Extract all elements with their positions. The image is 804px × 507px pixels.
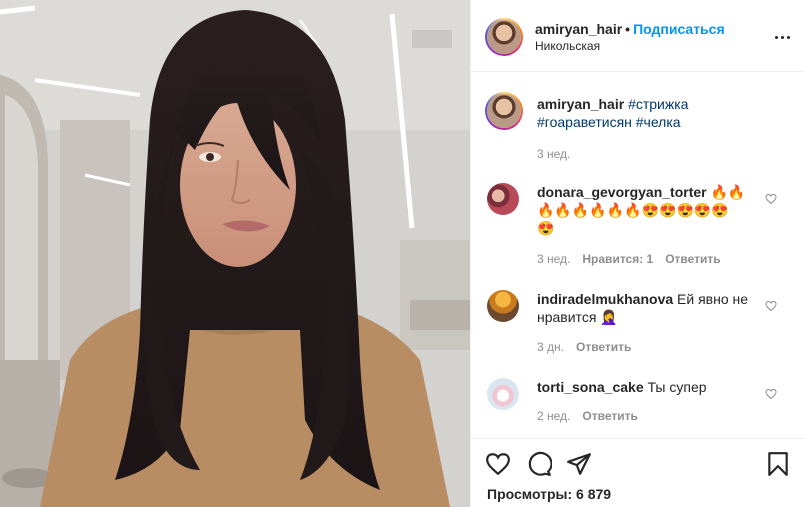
reply-button[interactable]: Ответить — [582, 409, 637, 423]
comment-body: 🔥🔥 — [710, 184, 746, 200]
caption-timestamp[interactable]: 3 нед. — [537, 147, 570, 161]
comment-body-2: 🔥🔥🔥🔥🔥🔥😍😍😍😍😍 — [537, 202, 729, 218]
comment-text: donara_gevorgyan_torter 🔥🔥 🔥🔥🔥🔥🔥🔥😍😍😍😍😍 😍 — [537, 183, 759, 237]
comment-text: torti_sona_cake Ты супер — [537, 378, 759, 396]
more-options-icon[interactable] — [773, 29, 793, 45]
comment-text: indiradelmukhanova Ей явно не нравится 🤦… — [537, 290, 759, 326]
caption-tag[interactable]: #стрижка — [628, 96, 688, 112]
post-video[interactable] — [0, 0, 470, 507]
location-link[interactable]: Никольская — [535, 39, 600, 53]
post-side-panel: amiryan_hair • Подписаться Никольская amir… — [470, 0, 804, 507]
comment-meta: 3 нед. Нравится: 1 Ответить — [537, 252, 733, 266]
author-avatar[interactable] — [485, 18, 523, 56]
author-username[interactable]: amiryan_hair — [535, 21, 622, 37]
header-name-row: amiryan_hair • Подписаться — [535, 21, 725, 37]
caption-time: 3 нед. — [537, 147, 582, 161]
comment-time[interactable]: 3 нед. — [537, 252, 570, 266]
comment-icon[interactable] — [526, 451, 552, 477]
comment-like-heart-icon[interactable] — [765, 388, 777, 400]
comment-avatar[interactable] — [487, 290, 519, 322]
post-actions: Просмотры: 6 879 — [471, 438, 804, 507]
comment-body: Ты супер — [647, 379, 707, 395]
reply-button[interactable]: Ответить — [576, 340, 631, 354]
heart-icon[interactable] — [485, 451, 511, 477]
comment-meta: 2 нед. Ответить — [537, 409, 650, 423]
comment-likes[interactable]: Нравится: 1 — [582, 252, 653, 266]
comment-username[interactable]: indiradelmukhanova — [537, 291, 673, 307]
comment-username[interactable]: donara_gevorgyan_torter — [537, 184, 707, 200]
comment-username[interactable]: torti_sona_cake — [537, 379, 644, 395]
comment-meta: 3 дн. Ответить — [537, 340, 643, 354]
video-frame — [0, 0, 470, 507]
views-count[interactable]: Просмотры: 6 879 — [487, 486, 611, 502]
comment-like-heart-icon[interactable] — [765, 300, 777, 312]
comment-avatar[interactable] — [487, 183, 519, 215]
comment-avatar[interactable] — [487, 378, 519, 410]
caption-text: amiryan_hair #стрижка #гоараветисян #чел… — [537, 95, 759, 131]
comments-list[interactable]: amiryan_hair #стрижка #гоараветисян #чел… — [471, 73, 804, 438]
reply-button[interactable]: Ответить — [665, 252, 720, 266]
caption-username[interactable]: amiryan_hair — [537, 96, 624, 112]
comment-body-3: 😍 — [537, 220, 555, 236]
separator-dot: • — [625, 21, 631, 37]
comment-body-2: нравится 🤦‍♀️ — [537, 309, 618, 325]
comment-time[interactable]: 2 нед. — [537, 409, 570, 423]
follow-button[interactable]: Подписаться — [633, 21, 725, 37]
caption-avatar[interactable] — [485, 92, 523, 130]
bookmark-icon[interactable] — [765, 451, 791, 477]
comment-time[interactable]: 3 дн. — [537, 340, 564, 354]
comment-like-heart-icon[interactable] — [765, 193, 777, 205]
comment-body: Ей явно не — [677, 291, 749, 307]
post-header: amiryan_hair • Подписаться Никольская — [471, 0, 804, 72]
share-icon[interactable] — [566, 451, 592, 477]
caption-tags[interactable]: #гоараветисян #челка — [537, 114, 681, 130]
